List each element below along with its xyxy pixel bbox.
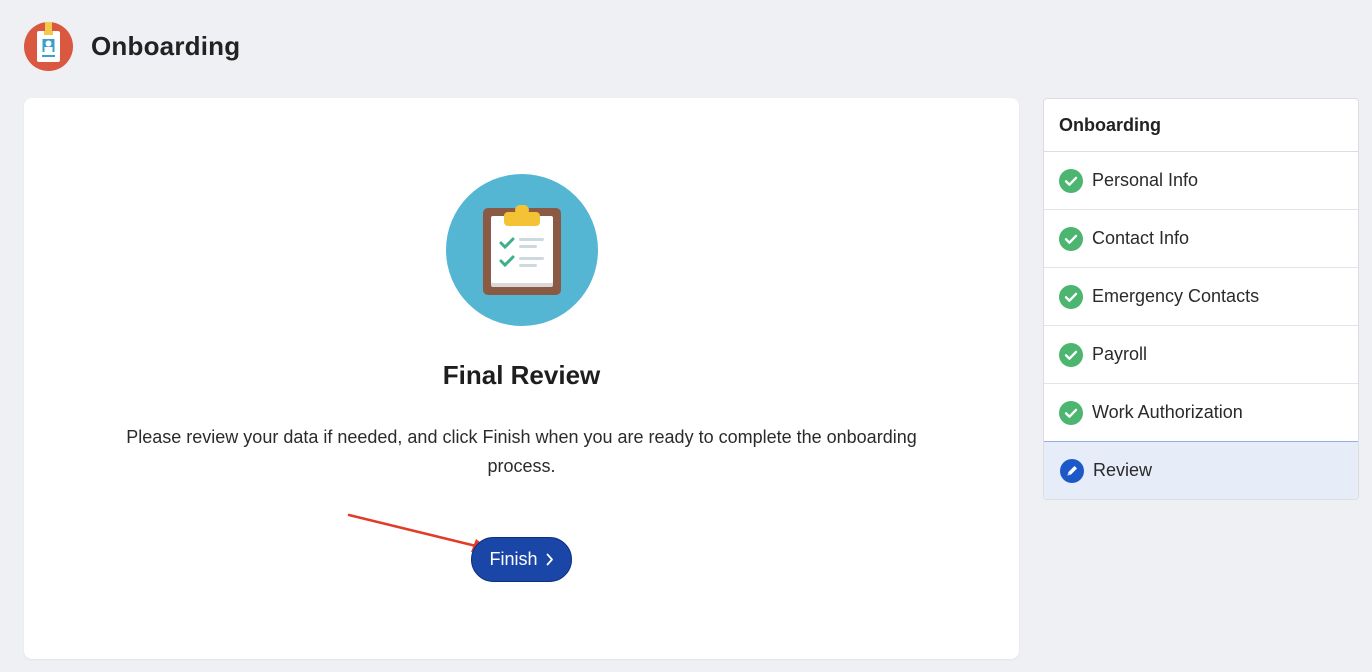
step-label: Review bbox=[1093, 460, 1153, 480]
pencil-circle-icon bbox=[1060, 458, 1084, 483]
step-label: Payroll bbox=[1092, 344, 1148, 364]
step-label: Emergency Contacts bbox=[1092, 286, 1260, 306]
review-card: Final Review Please review your data if … bbox=[24, 98, 1019, 659]
step-label: Contact Info bbox=[1092, 228, 1190, 248]
check-circle-icon bbox=[1059, 342, 1083, 367]
card-title: Final Review bbox=[442, 360, 601, 390]
page-title: Onboarding bbox=[91, 30, 241, 61]
step-label: Personal Info bbox=[1092, 170, 1199, 190]
id-badge-icon bbox=[24, 21, 73, 71]
finish-button[interactable]: Finish bbox=[471, 537, 572, 582]
step-emergency-contacts[interactable]: Emergency Contacts bbox=[1044, 268, 1358, 326]
steps-panel-header: Onboarding bbox=[1044, 99, 1358, 152]
onboarding-steps-panel: Onboarding Personal Info Contact Info Em… bbox=[1043, 98, 1359, 500]
step-work-authorization[interactable]: Work Authorization bbox=[1044, 384, 1358, 442]
step-review[interactable]: Review bbox=[1044, 441, 1358, 499]
check-circle-icon bbox=[1059, 400, 1083, 425]
clipboard-checklist-icon bbox=[446, 174, 598, 326]
finish-button-label: Finish bbox=[489, 549, 538, 569]
check-circle-icon bbox=[1059, 226, 1083, 251]
check-circle-icon bbox=[1059, 168, 1083, 193]
app-header: Onboarding bbox=[24, 21, 241, 71]
card-description: Please review your data if needed, and c… bbox=[126, 427, 917, 476]
step-label: Work Authorization bbox=[1092, 402, 1243, 422]
step-contact-info[interactable]: Contact Info bbox=[1044, 210, 1358, 268]
step-payroll[interactable]: Payroll bbox=[1044, 326, 1358, 384]
step-personal-info[interactable]: Personal Info bbox=[1044, 152, 1358, 210]
chevron-right-icon bbox=[546, 553, 553, 566]
check-circle-icon bbox=[1059, 284, 1083, 309]
